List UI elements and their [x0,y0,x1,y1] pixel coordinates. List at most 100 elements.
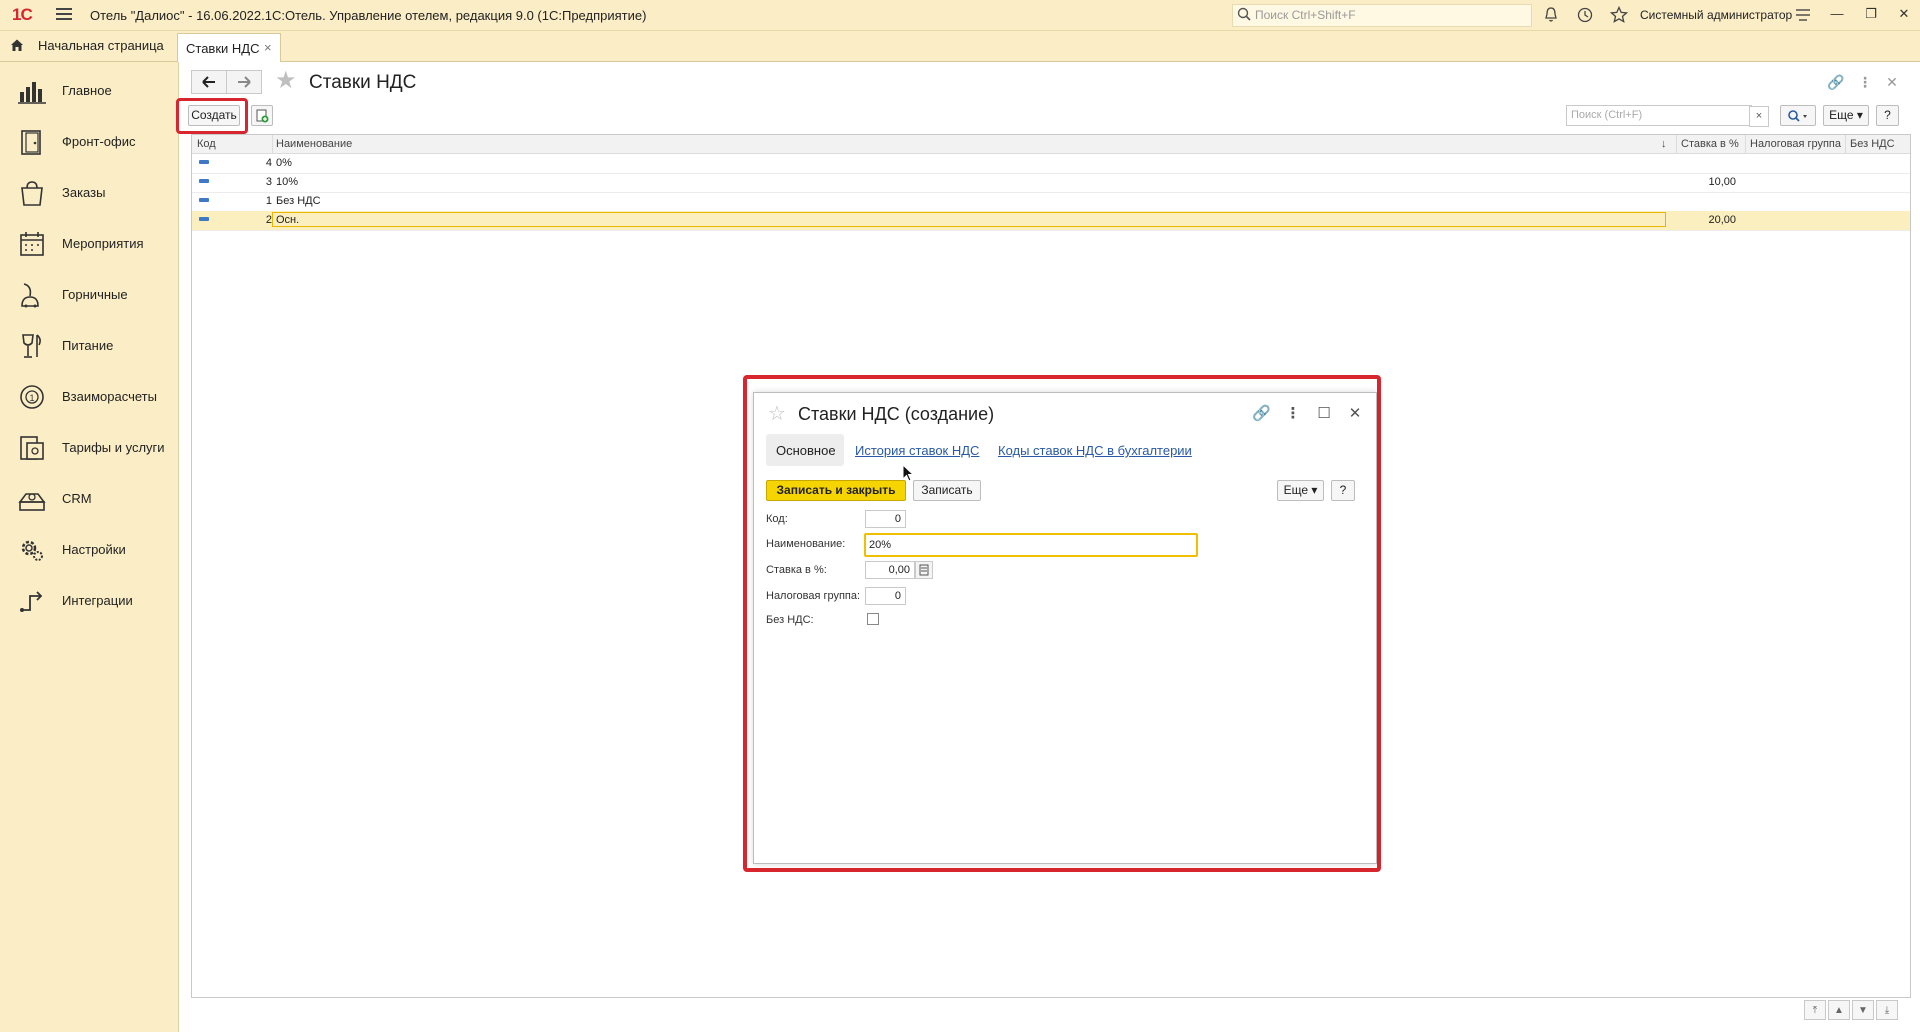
name-field[interactable]: 20% [864,533,1198,557]
sidebar-item-settlements[interactable]: 1 Взаиморасчеты [0,376,178,416]
more-button-label: Еще [1829,108,1854,122]
door-icon [21,130,41,155]
dialog-tab-vat-history[interactable]: История ставок НДС [855,443,979,458]
calendar-icon [20,232,44,256]
tab-home[interactable]: Начальная страница [10,38,164,53]
glass-icon [22,334,41,358]
row-name: 0% [276,157,292,169]
no-vat-checkbox[interactable] [867,613,879,625]
sidebar-item-crm[interactable]: CRM [0,478,178,518]
tab-vat-rates-label: Ставки НДС [186,41,260,56]
rate-label: Ставка в %: [766,564,827,576]
dialog-more-button[interactable]: Еще ▾ [1277,480,1324,501]
sort-indicator: ↓ [1661,138,1667,150]
tax-group-field[interactable]: 0 [865,587,906,605]
settings-menu-icon[interactable] [1794,6,1812,24]
column-header-no-vat[interactable]: Без НДС [1850,138,1895,150]
calculator-icon[interactable] [915,561,933,579]
more-button[interactable]: Еще ▾ [1823,105,1869,126]
scroll-down-icon[interactable]: ▼ [1852,1000,1874,1020]
table-row-selected[interactable]: 2 Осн. 20,00 [192,211,1910,231]
tab-bar: Начальная страница Ставки НДС × [0,31,1920,62]
app-logo: 1С [12,5,33,24]
sidebar-item-events[interactable]: Мероприятия [0,223,178,263]
dialog-more-label: Еще [1283,483,1309,497]
dialog-more-icon[interactable]: ⋮ [1284,405,1302,423]
current-cell-frame [272,212,1666,227]
list-search-input[interactable]: Поиск (Ctrl+F) × [1566,105,1769,127]
tab-close-icon[interactable]: × [264,40,272,55]
table-header: Код Наименование ↓ Ставка в % Налоговая … [192,135,1910,154]
user-name[interactable]: Системный администратор [1640,8,1792,22]
sidebar-item-label: CRM [62,491,92,506]
item-marker-icon [199,179,209,183]
restore-icon[interactable]: ❐ [1860,6,1882,24]
dialog-tab-main[interactable]: Основное [766,434,844,466]
column-header-code[interactable]: Код [197,138,216,150]
dialog-tab-vat-codes[interactable]: Коды ставок НДС в бухгалтерии [998,443,1192,458]
scroll-up-icon[interactable]: ▲ [1828,1000,1850,1020]
search-options-button[interactable] [1780,105,1816,126]
column-header-name[interactable]: Наименование [276,138,352,150]
home-icon [11,39,23,51]
sidebar-item-food[interactable]: Питание [0,325,178,365]
global-search-placeholder: Поиск Ctrl+Shift+F [1255,8,1356,22]
main-menu-icon[interactable] [56,8,72,20]
create-button[interactable]: Создать [188,105,240,126]
window-title: Отель "Далиос" - 16.06.2022.1С:Отель. Уп… [90,8,647,23]
column-header-tax-group[interactable]: Налоговая группа [1750,138,1841,150]
scroll-last-icon[interactable]: ⤓ [1876,1000,1898,1020]
sidebar-item-front-office[interactable]: Фронт-офис [0,121,178,161]
scroll-first-icon[interactable]: ⤒ [1804,1000,1826,1020]
price-list-icon [20,436,44,460]
save-and-close-button[interactable]: Записать и закрыть [766,480,906,501]
favorites-star-icon[interactable] [1610,6,1628,24]
more-actions-icon[interactable]: ⋮ [1857,74,1873,90]
sidebar-item-settings[interactable]: Настройки [0,529,178,569]
clear-search-icon[interactable]: × [1749,106,1769,127]
sidebar-item-label: Мероприятия [62,236,144,251]
dialog-close-icon[interactable]: ✕ [1346,405,1364,423]
favorite-star-icon[interactable]: ★ [275,69,297,93]
table-row[interactable]: 4 0% [192,154,1910,174]
save-button[interactable]: Записать [913,480,981,501]
sidebar-item-housekeeping[interactable]: Горничные [0,274,178,314]
sidebar-item-label: Горничные [62,287,128,302]
global-search-input[interactable]: Поиск Ctrl+Shift+F [1232,4,1532,27]
table-row[interactable]: 3 10% 10,00 [192,173,1910,193]
dialog-maximize-icon[interactable]: ☐ [1315,405,1333,423]
sidebar-item-label: Питание [62,338,114,353]
sidebar-item-label: Заказы [62,185,106,200]
bell-icon[interactable] [1542,6,1560,24]
history-icon[interactable] [1576,6,1594,24]
column-header-rate[interactable]: Ставка в % [1681,138,1739,150]
back-button[interactable] [191,70,227,94]
row-rate: 20,00 [1708,214,1736,226]
tab-vat-rates[interactable]: Ставки НДС × [177,33,281,62]
help-button[interactable]: ? [1876,105,1899,126]
item-marker-icon [199,217,209,221]
integration-icon [20,591,43,612]
rate-field[interactable]: 0,00 [865,561,915,579]
row-code: 1 [265,195,272,207]
sidebar-item-main[interactable]: Главное [0,70,178,110]
row-rate: 10,00 [1708,176,1736,188]
close-form-icon[interactable]: ✕ [1884,74,1900,90]
dialog-help-button[interactable]: ? [1331,480,1355,501]
dialog-link-icon[interactable]: 🔗 [1252,405,1271,423]
tab-home-label: Начальная страница [38,38,164,53]
copy-button[interactable] [251,105,273,126]
forward-button[interactable] [226,70,262,94]
code-label: Код: [766,513,788,525]
sidebar-item-tariffs[interactable]: Тарифы и услуги [0,427,178,467]
minimize-icon[interactable]: — [1826,6,1848,24]
sidebar-item-integrations[interactable]: Интеграции [0,580,178,620]
link-icon[interactable]: 🔗 [1827,74,1844,90]
title-bar: 1С Отель "Далиос" - 16.06.2022.1С:Отель.… [0,0,1920,31]
close-window-icon[interactable]: ✕ [1893,6,1915,24]
table-row[interactable]: 1 Без НДС [192,192,1910,212]
dialog-favorite-star-icon[interactable]: ☆ [768,401,786,426]
list-search-placeholder: Поиск (Ctrl+F) [1571,109,1643,121]
sidebar-item-orders[interactable]: Заказы [0,172,178,212]
code-field[interactable]: 0 [865,510,906,528]
